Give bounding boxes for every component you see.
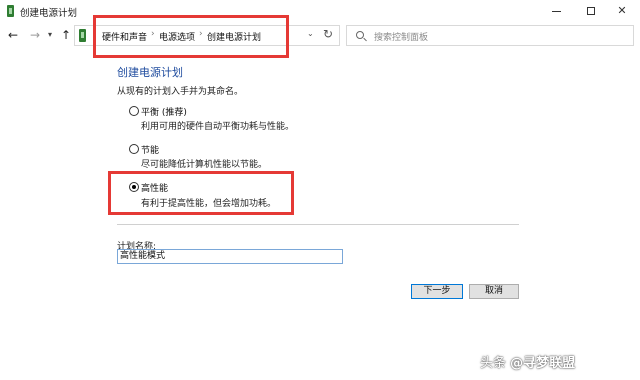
radio-balanced[interactable] bbox=[129, 106, 139, 116]
next-button[interactable]: 下一步 bbox=[411, 284, 463, 299]
page-subtitle: 从现有的计划入手并为其命名。 bbox=[117, 87, 244, 97]
address-dropdown-icon[interactable]: ⌄ bbox=[307, 29, 314, 38]
maximize-icon bbox=[587, 7, 595, 15]
option-highlight-box bbox=[108, 171, 294, 215]
option-description-power-saver: 尽可能降低计算机性能以节能。 bbox=[141, 160, 268, 170]
option-label-power-saver[interactable]: 节能 bbox=[141, 143, 159, 156]
address-highlight-box bbox=[93, 15, 289, 58]
radio-power-saver[interactable] bbox=[129, 144, 139, 154]
divider bbox=[117, 224, 519, 225]
close-icon: ✕ bbox=[617, 4, 627, 17]
watermark: 头条 @寻梦联盟 bbox=[480, 352, 575, 371]
refresh-icon[interactable]: ↻ bbox=[323, 27, 333, 41]
search-icon bbox=[356, 31, 364, 39]
cancel-button[interactable]: 取消 bbox=[469, 284, 519, 299]
plan-name-field[interactable]: 高性能模式 bbox=[117, 249, 343, 264]
window-title: 创建电源计划 bbox=[20, 8, 78, 19]
forward-button[interactable]: → bbox=[28, 26, 42, 44]
watermark-handle: @寻梦联盟 bbox=[510, 356, 576, 371]
search-placeholder: 搜索控制面板 bbox=[374, 33, 429, 43]
minimize-icon bbox=[551, 10, 561, 12]
power-options-icon bbox=[7, 5, 14, 17]
up-button[interactable]: ↑ bbox=[60, 26, 72, 44]
control-panel-icon bbox=[79, 29, 86, 42]
option-label-balanced[interactable]: 平衡 (推荐) bbox=[141, 105, 187, 118]
watermark-prefix: 头条 bbox=[480, 356, 507, 371]
page-title: 创建电源计划 bbox=[117, 66, 183, 79]
option-description-balanced: 利用可用的硬件自动平衡功耗与性能。 bbox=[141, 122, 295, 132]
maximize-button[interactable] bbox=[576, 0, 606, 22]
search-input[interactable]: 搜索控制面板 bbox=[346, 25, 634, 46]
back-button[interactable]: ← bbox=[6, 26, 20, 44]
recent-locations-button[interactable]: ▾ bbox=[45, 26, 55, 44]
minimize-button[interactable] bbox=[541, 0, 571, 22]
close-button[interactable]: ✕ bbox=[607, 0, 637, 22]
